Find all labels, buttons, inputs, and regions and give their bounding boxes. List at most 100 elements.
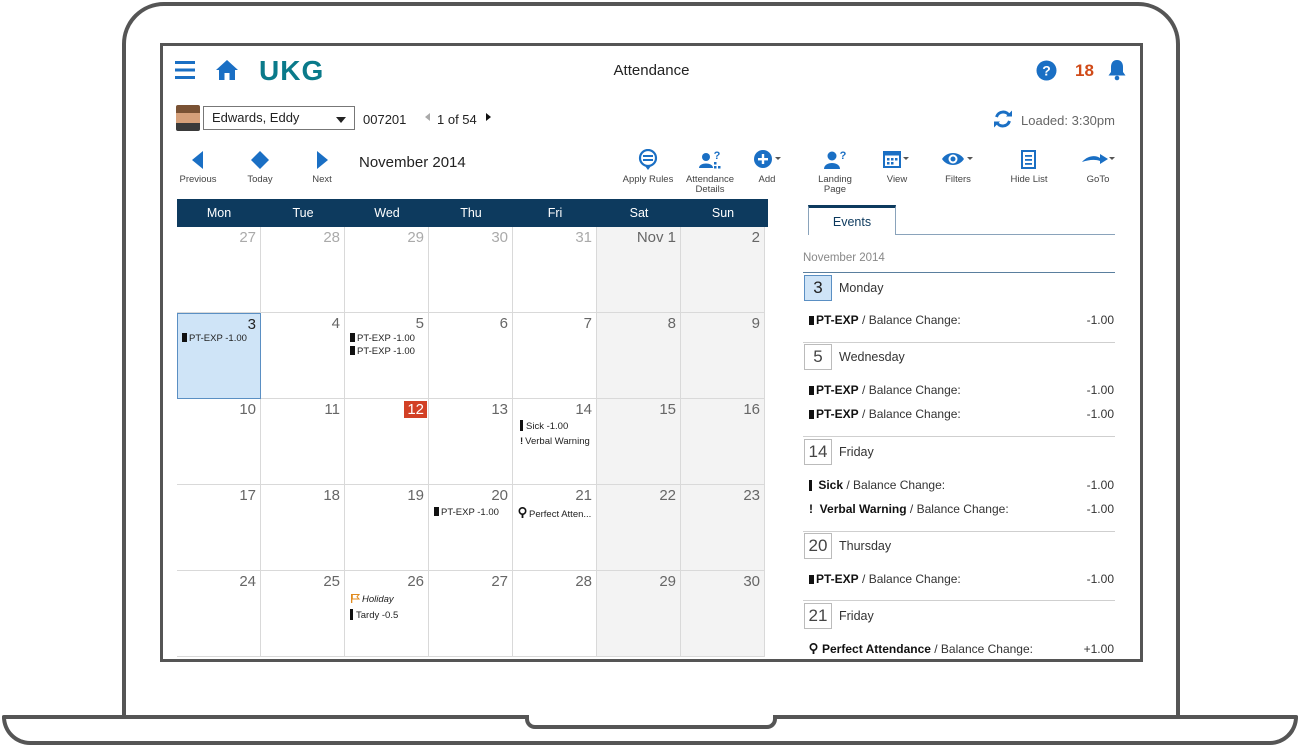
calendar-day-cell[interactable]: 20 — [429, 485, 513, 571]
event-item[interactable]: PT-EXP / Balance Change: -1.00 — [809, 313, 1115, 327]
pager-next-icon[interactable] — [486, 113, 491, 121]
add-button[interactable]: Add — [732, 149, 802, 185]
calendar-day-cell[interactable]: 30 — [681, 571, 765, 657]
event-label: Tardy -0.5 — [356, 610, 399, 621]
calendar-day-cell[interactable]: 28 — [261, 227, 345, 313]
calendar-day-cell[interactable]: 6 — [429, 313, 513, 399]
pt-exp-icon — [182, 333, 187, 342]
event-day-number[interactable]: 21 — [804, 603, 832, 629]
goto-button[interactable]: GoTo — [1063, 149, 1133, 185]
bell-icon[interactable] — [1107, 59, 1127, 81]
event-item[interactable]: Perfect Attendance / Balance Change: +1.… — [809, 642, 1115, 656]
calendar-day-number: 13 — [491, 401, 508, 418]
calendar-day-number: 22 — [659, 487, 676, 504]
employee-select[interactable]: Edwards, Eddy — [203, 106, 355, 130]
calendar-day-cell[interactable]: Nov 1 — [597, 227, 681, 313]
calendar-day-cell[interactable]: 25 — [261, 571, 345, 657]
view-button[interactable]: View — [862, 149, 932, 185]
event-day-name: Wednesday — [839, 350, 905, 364]
event-item[interactable]: PT-EXP / Balance Change: -1.00 — [809, 383, 1115, 397]
filters-button[interactable]: Filters — [923, 149, 993, 185]
calendar-day-cell[interactable]: 8 — [597, 313, 681, 399]
calendar-day-cell[interactable]: 21 — [513, 485, 597, 571]
calendar-day-cell[interactable]: 15 — [597, 399, 681, 485]
calendar-day-cell[interactable]: 10 — [177, 399, 261, 485]
notification-count[interactable]: 18 — [1075, 61, 1094, 81]
tab-divider — [896, 234, 1115, 235]
calendar-day-number: 4 — [331, 315, 340, 332]
calendar-day-number: 29 — [659, 573, 676, 590]
calendar-day-cell[interactable]: 30 — [429, 227, 513, 313]
calendar-day-cell[interactable]: 16 — [681, 399, 765, 485]
calendar-day-number: 31 — [575, 229, 592, 246]
calendar-event[interactable]: ! Verbal Warning — [520, 436, 590, 447]
calendar-day-cell[interactable]: 28 — [513, 571, 597, 657]
calendar-day-cell[interactable]: 29 — [597, 571, 681, 657]
event-day-number[interactable]: 3 — [804, 275, 832, 301]
event-day-number[interactable]: 5 — [804, 344, 832, 370]
award-icon — [809, 642, 818, 654]
event-description: / Balance Change: — [858, 313, 961, 327]
calendar-day-number: 27 — [491, 573, 508, 590]
calendar-day-cell[interactable]: 19 — [345, 485, 429, 571]
refresh-icon[interactable] — [993, 109, 1013, 129]
calendar-day-cell[interactable]: 23 — [681, 485, 765, 571]
calendar-event[interactable]: Holiday — [350, 593, 394, 605]
calendar-day-cell[interactable]: 27 — [429, 571, 513, 657]
calendar-day-cell[interactable]: 2 — [681, 227, 765, 313]
employee-name: Edwards, Eddy — [212, 110, 300, 125]
calendar-day-cell[interactable]: 27 — [177, 227, 261, 313]
event-description: / Balance Change: — [858, 572, 961, 586]
calendar-day-cell[interactable]: 18 — [261, 485, 345, 571]
apply-rules-button[interactable]: Apply Rules — [613, 149, 683, 185]
calendar-event[interactable]: Tardy -0.5 — [350, 609, 398, 621]
event-day-number[interactable]: 14 — [804, 439, 832, 465]
calendar-event[interactable]: Perfect Atten... — [518, 506, 591, 520]
calendar-day-cell[interactable]: 17 — [177, 485, 261, 571]
landing-page-button[interactable]: ? Landing Page — [800, 149, 870, 195]
calendar-day-number: 27 — [239, 229, 256, 246]
calendar-day-number: 24 — [239, 573, 256, 590]
help-icon[interactable]: ? — [1036, 60, 1057, 81]
event-code: PT-EXP — [816, 383, 859, 397]
calendar-day-cell[interactable]: 3 — [177, 313, 261, 399]
pager-prev-icon[interactable] — [425, 113, 430, 121]
calendar-event[interactable]: PT-EXP -1.00 — [350, 333, 415, 344]
event-day-name: Friday — [839, 609, 874, 623]
calendar-day-cell[interactable]: 9 — [681, 313, 765, 399]
hide-list-button[interactable]: Hide List — [994, 149, 1064, 185]
calendar-event[interactable]: PT-EXP -1.00 — [182, 333, 247, 344]
calendar-event[interactable]: PT-EXP -1.00 — [350, 346, 415, 357]
pt-exp-icon — [809, 410, 814, 419]
event-item[interactable]: PT-EXP / Balance Change: -1.00 — [809, 572, 1115, 586]
calendar-day-cell[interactable]: 29 — [345, 227, 429, 313]
calendar-event[interactable]: PT-EXP -1.00 — [434, 507, 499, 518]
calendar-day-number: 16 — [743, 401, 760, 418]
event-amount: -1.00 — [1086, 383, 1114, 397]
calendar-day-cell[interactable]: 4 — [261, 313, 345, 399]
today-button[interactable]: Today — [225, 149, 295, 185]
calendar-day-cell[interactable]: 24 — [177, 571, 261, 657]
calendar-day-cell[interactable]: 22 — [597, 485, 681, 571]
calendar-day-number: 28 — [575, 573, 592, 590]
calendar-event[interactable]: Sick -1.00 — [520, 420, 568, 432]
calendar-day-cell[interactable]: 12 — [345, 399, 429, 485]
event-day-number[interactable]: 20 — [804, 533, 832, 559]
calendar-day-number: 30 — [743, 573, 760, 590]
month-calendar: Mon Tue Wed Thu Fri Sat Sun 27 28 29 30 31 No… — [177, 199, 768, 659]
calendar-day-cell[interactable]: 13 — [429, 399, 513, 485]
divider — [803, 342, 1115, 343]
event-item[interactable]: ! Verbal Warning / Balance Change: -1.00 — [809, 502, 1115, 516]
event-day-name: Friday — [839, 445, 874, 459]
tab-events[interactable]: Events — [808, 205, 896, 235]
calendar-day-cell[interactable]: 7 — [513, 313, 597, 399]
calendar-day-number: 23 — [743, 487, 760, 504]
next-button[interactable]: Next — [287, 149, 357, 185]
event-item[interactable]: PT-EXP / Balance Change: -1.00 — [809, 407, 1115, 421]
previous-button[interactable]: Previous — [163, 149, 233, 185]
event-item[interactable]: Sick / Balance Change: -1.00 — [809, 478, 1115, 492]
calendar-day-number: 25 — [323, 573, 340, 590]
calendar-day-cell[interactable]: 31 — [513, 227, 597, 313]
calendar-day-number: 7 — [583, 315, 592, 332]
calendar-day-cell[interactable]: 11 — [261, 399, 345, 485]
